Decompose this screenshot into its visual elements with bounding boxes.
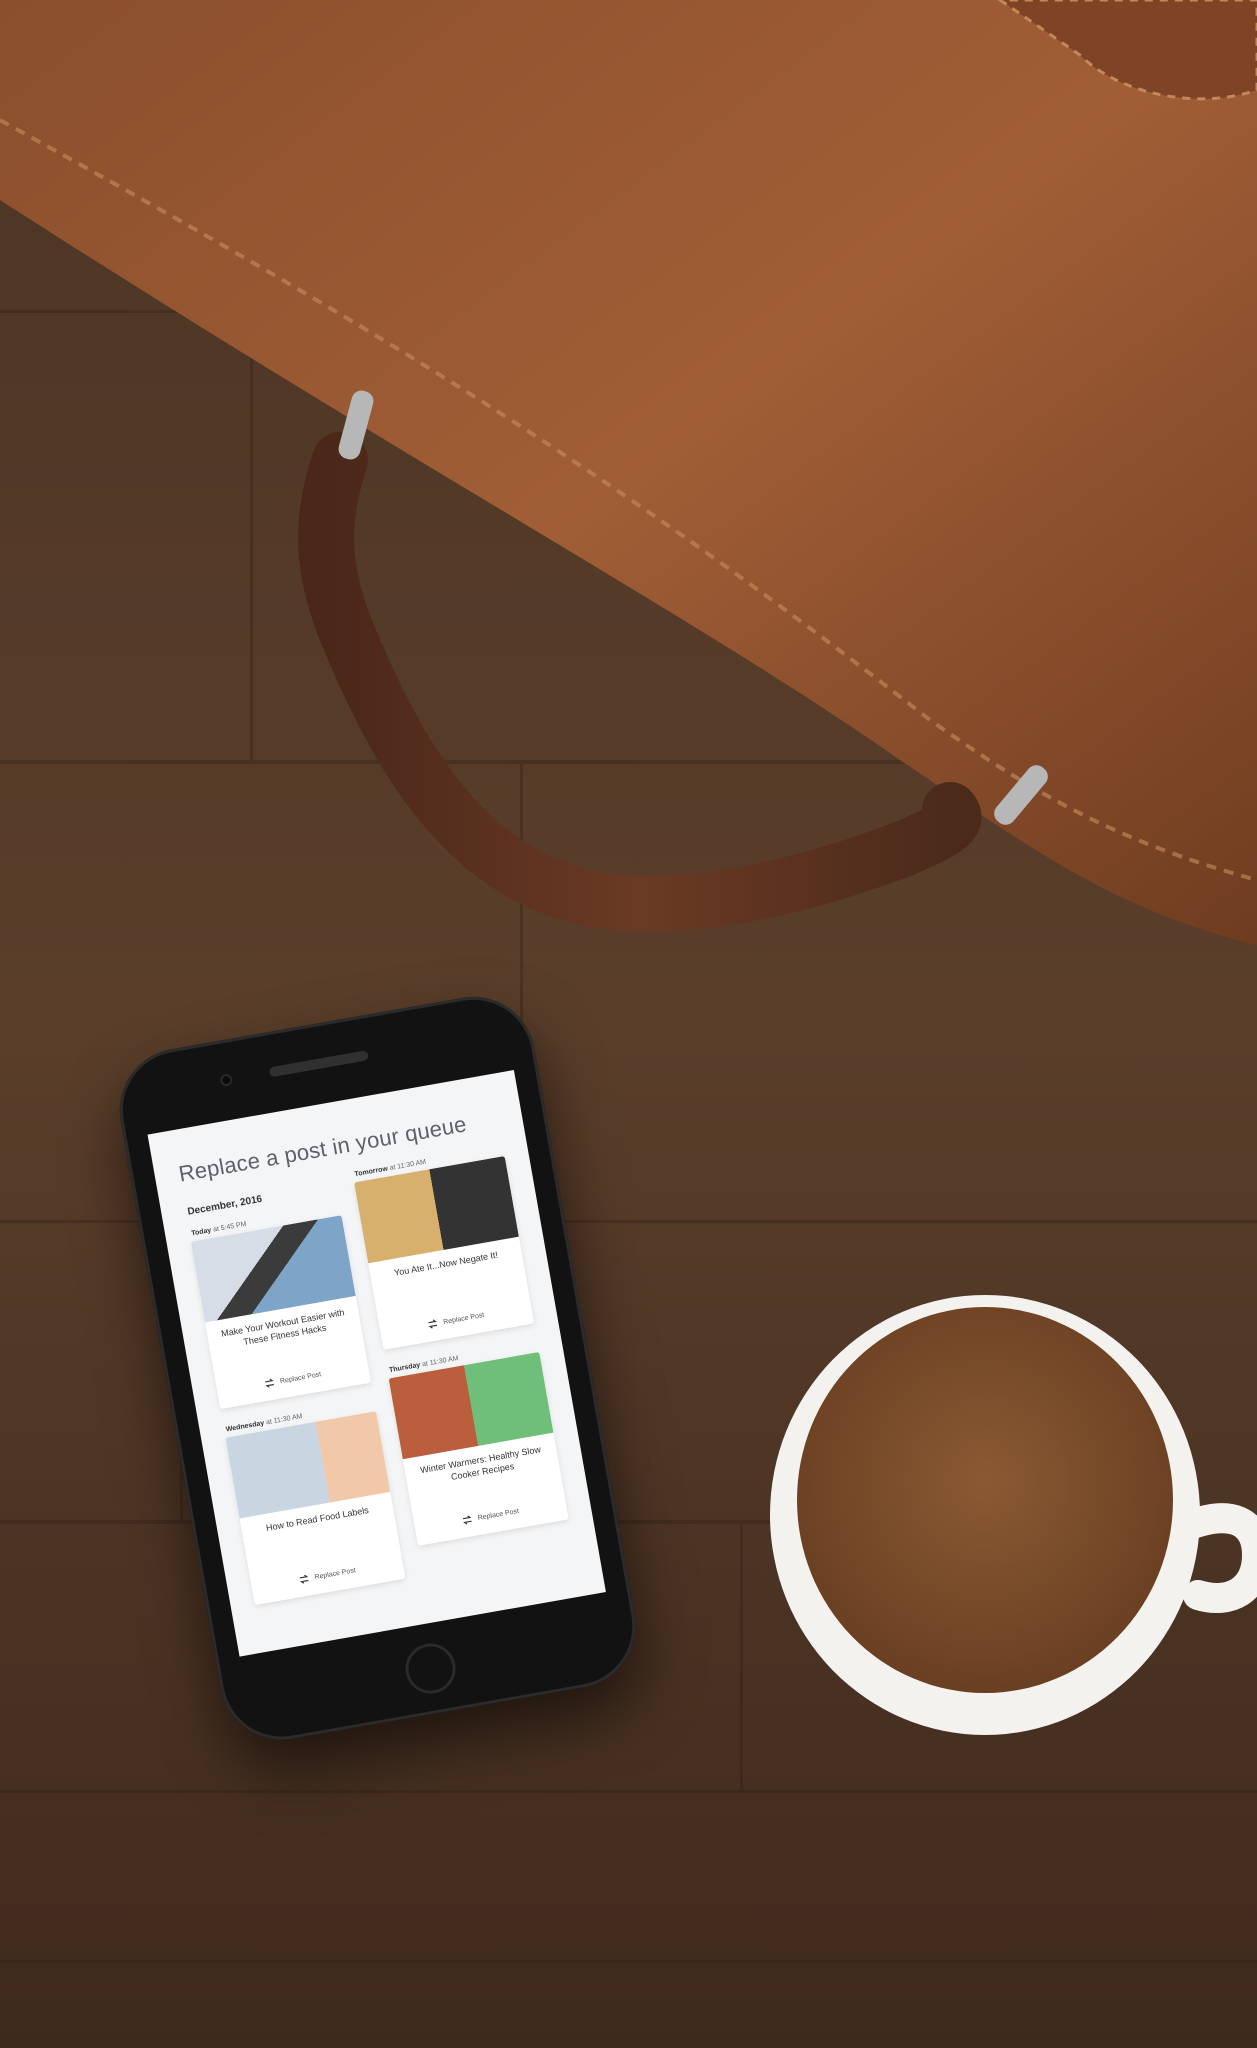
- swap-arrows-icon: [298, 1573, 310, 1585]
- post-card-1-wrap: Today at 5:45 PM Make Your Workout Easie…: [189, 1204, 371, 1410]
- replace-post-label: Replace Post: [477, 1507, 520, 1522]
- swap-arrows-icon: [263, 1377, 275, 1389]
- post-grid: Today at 5:45 PM Make Your Workout Easie…: [189, 1155, 574, 1606]
- post-card[interactable]: Make Your Workout Easier with These Fitn…: [190, 1215, 371, 1410]
- front-camera-icon: [219, 1073, 234, 1088]
- phone-body: Replace a post in your queue December, 2…: [110, 987, 646, 1750]
- replace-post-button[interactable]: Replace Post: [380, 1302, 532, 1338]
- post-card-2-wrap: Tomorrow at 11:30 AM You Ate It...Now Ne…: [352, 1145, 539, 1379]
- home-button[interactable]: [401, 1639, 460, 1698]
- post-card[interactable]: How to Read Food Labels Replace Post: [225, 1411, 406, 1606]
- replace-post-button[interactable]: Replace Post: [216, 1361, 368, 1397]
- replace-post-label: Replace Post: [442, 1311, 485, 1326]
- post-card-4-wrap: Thursday at 11:30 AM Winter Warmers: Hea…: [387, 1341, 574, 1575]
- phone-screen: Replace a post in your queue December, 2…: [147, 1070, 606, 1657]
- replace-post-label: Replace Post: [314, 1566, 357, 1581]
- speaker-grill: [268, 1050, 369, 1078]
- replace-post-label: Replace Post: [279, 1370, 322, 1385]
- swap-arrows-icon: [427, 1318, 439, 1330]
- post-day: Today: [190, 1227, 212, 1238]
- phone: Replace a post in your queue December, 2…: [60, 987, 646, 1790]
- post-card-3-wrap: Wednesday at 11:30 AM How to Read Food L…: [223, 1400, 406, 1606]
- swap-arrows-icon: [461, 1514, 473, 1526]
- post-card[interactable]: You Ate It...Now Negate It! Replace Post: [353, 1155, 535, 1350]
- post-card[interactable]: Winter Warmers: Healthy Slow Cooker Reci…: [388, 1351, 569, 1546]
- replace-post-button[interactable]: Replace Post: [251, 1557, 403, 1593]
- replace-post-button[interactable]: Replace Post: [414, 1498, 566, 1534]
